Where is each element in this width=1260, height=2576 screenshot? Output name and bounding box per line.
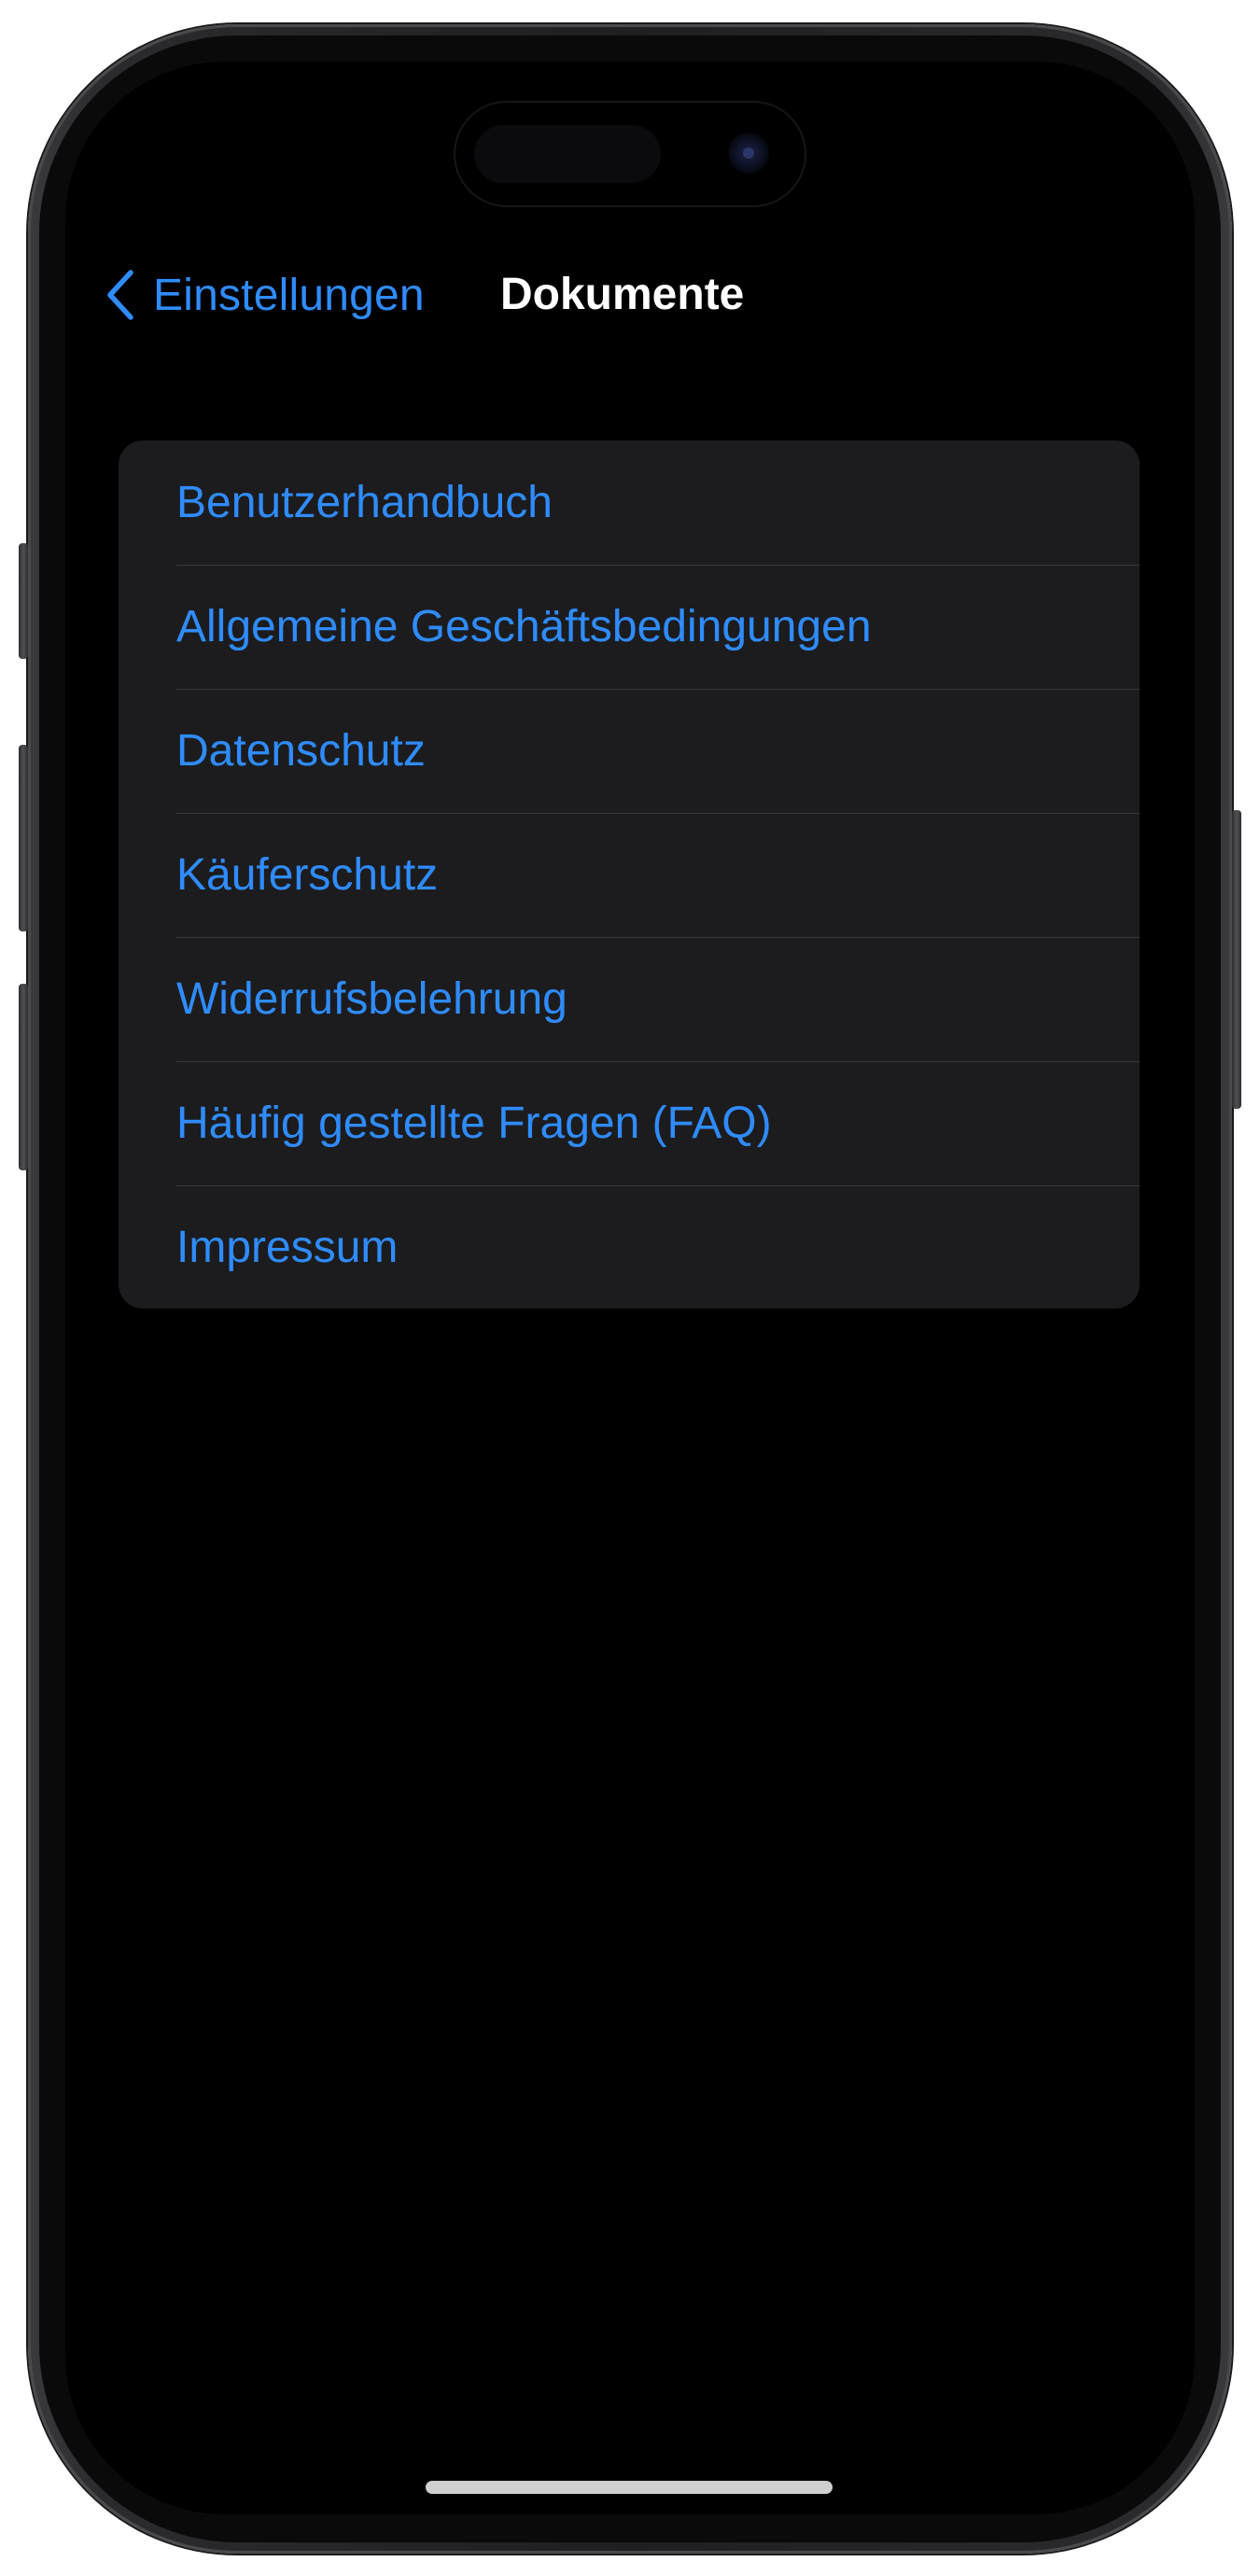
action-button [19,543,28,659]
list-item-label: Häufig gestellte Fragen (FAQ) [176,1099,772,1148]
home-indicator[interactable] [426,2481,833,2494]
back-button-label: Einstellungen [153,270,425,320]
back-button[interactable]: Einstellungen [106,258,425,332]
list-item-label: Datenschutz [176,726,426,776]
list-item-label: Käuferschutz [176,850,439,900]
list-item-label: Benutzerhandbuch [176,478,553,527]
dynamic-island [455,103,805,205]
documents-list: Benutzerhandbuch Allgemeine Geschäftsbed… [119,441,1140,1309]
list-item-impressum[interactable]: Impressum [119,1185,1140,1309]
list-item-label: Widerrufsbelehrung [176,974,567,1024]
page-title: Dokumente [500,270,745,319]
list-item-faq[interactable]: Häufig gestellte Fragen (FAQ) [119,1061,1140,1185]
list-item-benutzerhandbuch[interactable]: Benutzerhandbuch [119,441,1140,565]
list-item-label: Allgemeine Geschäftsbedingungen [176,602,872,651]
list-item-label: Impressum [176,1223,399,1272]
list-item-widerrufsbelehrung[interactable]: Widerrufsbelehrung [119,937,1140,1061]
list-item-agb[interactable]: Allgemeine Geschäftsbedingungen [119,565,1140,689]
volume-up-button [19,745,28,931]
front-camera-icon [728,133,769,174]
island-sensor [474,125,661,183]
chevron-left-icon [106,270,134,320]
navigation-bar: Einstellungen Dokumente [65,258,1195,332]
list-item-datenschutz[interactable]: Datenschutz [119,689,1140,813]
list-item-kaeuferschutz[interactable]: Käuferschutz [119,813,1140,937]
volume-down-button [19,984,28,1170]
screen: Einstellungen Dokumente Benutzerhandbuch… [65,62,1195,2514]
power-button [1232,810,1241,1109]
